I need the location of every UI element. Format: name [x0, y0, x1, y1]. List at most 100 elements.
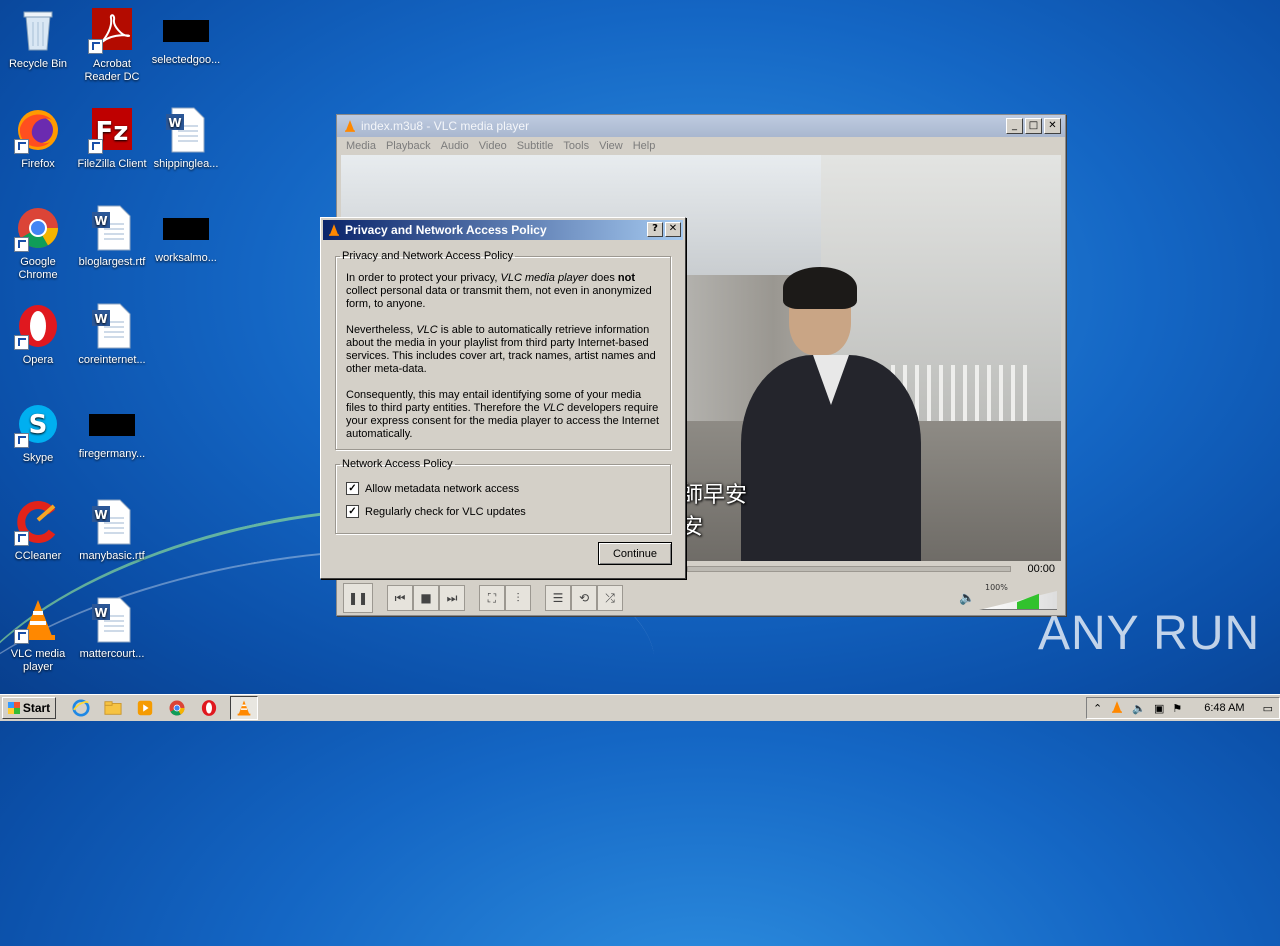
desktop-icon-firegermany[interactable]: firegermany...: [74, 400, 150, 461]
anyrun-watermark: ANY RUN: [1038, 607, 1261, 660]
desktop-icon-recycle-bin[interactable]: Recycle Bin: [0, 6, 76, 71]
help-button[interactable]: ?: [647, 222, 663, 237]
desktop-icon-acrobat-reader[interactable]: Acrobat Reader DC: [74, 6, 150, 84]
speaker-icon: 🔈: [959, 591, 976, 606]
vlc-title-bar[interactable]: index.m3u8 - VLC media player: [337, 115, 1065, 137]
shortcut-arrow-icon: [14, 139, 29, 154]
seek-bar[interactable]: [687, 566, 1011, 572]
previous-button[interactable]: ⏮: [387, 585, 413, 611]
volume-level: 100%: [985, 583, 1008, 592]
desktop-icon-label: VLC media player: [10, 648, 66, 673]
menu-playback[interactable]: Playback: [381, 140, 436, 152]
chrome-taskbar-icon[interactable]: [166, 697, 188, 719]
volume-slider[interactable]: 🔈 100%: [959, 583, 1057, 611]
privacy-policy-legend: Privacy and Network Access Policy: [342, 250, 514, 262]
shortcut-arrow-icon: [14, 433, 29, 448]
opera-icon: [14, 302, 62, 350]
privacy-paragraph-1: In order to protect your privacy, VLC me…: [346, 272, 652, 310]
continue-button[interactable]: Continue: [598, 542, 672, 565]
check-updates-checkbox[interactable]: ✓ Regularly check for VLC updates: [346, 505, 670, 518]
menu-media[interactable]: Media: [341, 140, 381, 152]
opera-taskbar-icon[interactable]: [198, 697, 220, 719]
next-button[interactable]: ⏭: [439, 585, 465, 611]
file-explorer-icon[interactable]: [102, 697, 124, 719]
dialog-title-bar[interactable]: Privacy and Network Access Policy: [323, 220, 683, 240]
desktop-icon-label: Acrobat Reader DC: [84, 58, 140, 83]
desktop-icon-worksalmo[interactable]: worksalmo...: [148, 204, 224, 265]
maximize-button[interactable]: □: [1025, 118, 1042, 134]
desktop-icon-bloglargest[interactable]: W bloglargest.rtf: [74, 204, 150, 269]
redacted-thumbnail: [163, 218, 209, 240]
vlc-window-title: index.m3u8 - VLC media player: [361, 119, 530, 133]
video-frame-person: [741, 267, 921, 561]
svg-text:W: W: [94, 606, 107, 620]
minimize-button[interactable]: _: [1006, 118, 1023, 134]
desktop-icon-ccleaner[interactable]: CCleaner: [0, 498, 76, 563]
privacy-dialog[interactable]: Privacy and Network Access Policy ? ✕ Pr…: [320, 217, 686, 579]
vlc-taskbar-button[interactable]: [230, 696, 258, 720]
clock[interactable]: 6:48 AM: [1204, 702, 1244, 714]
desktop-icon-filezilla[interactable]: Fz FileZilla Client: [74, 106, 150, 171]
filezilla-icon: Fz: [88, 106, 136, 154]
menu-view[interactable]: View: [594, 140, 628, 152]
menu-tools[interactable]: Tools: [558, 140, 594, 152]
action-center-flag-icon[interactable]: ⚑: [1172, 702, 1182, 715]
checkmark-icon: ✓: [346, 505, 359, 518]
desktop-icon-label: mattercourt...: [79, 648, 145, 660]
loop-button[interactable]: ⟲: [571, 585, 597, 611]
start-button[interactable]: Start: [2, 697, 56, 719]
menu-video[interactable]: Video: [474, 140, 512, 152]
svg-text:W: W: [94, 214, 107, 228]
desktop-icon-mattercourt[interactable]: W mattercourt...: [74, 596, 150, 661]
dialog-title: Privacy and Network Access Policy: [345, 223, 547, 237]
desktop-icon-selectedgoo[interactable]: selectedgoo...: [148, 6, 224, 67]
show-hidden-icons-icon[interactable]: ⌃: [1093, 702, 1102, 715]
desktop-icon-label: Skype: [22, 452, 54, 464]
vlc-cone-icon: [345, 120, 355, 132]
privacy-paragraph-3: Consequently, this may entail identifyin…: [346, 389, 660, 440]
desktop-icon-label: CCleaner: [14, 550, 62, 562]
desktop-icon-label: shippinglea...: [153, 158, 219, 170]
stop-button[interactable]: ■: [413, 585, 439, 611]
vlc-cone-icon: [329, 224, 339, 236]
shuffle-button[interactable]: ⤮: [597, 585, 623, 611]
dialog-close-button[interactable]: ✕: [665, 222, 681, 237]
desktop-icon-label: manybasic.rtf: [79, 550, 145, 562]
internet-explorer-icon[interactable]: [70, 697, 92, 719]
desktop-icon-manybasic[interactable]: W manybasic.rtf: [74, 498, 150, 563]
menu-audio[interactable]: Audio: [436, 140, 474, 152]
desktop-icon-shippinglea[interactable]: W shippinglea...: [148, 106, 224, 171]
redacted-thumbnail: [163, 20, 209, 42]
desktop-icon-label: firegermany...: [78, 448, 146, 460]
privacy-policy-group: Privacy and Network Access Policy In ord…: [335, 250, 671, 450]
desktop-icon-skype[interactable]: S Skype: [0, 400, 76, 465]
desktop-icon-google-chrome[interactable]: Google Chrome: [0, 204, 76, 282]
desktop-icon-firefox[interactable]: Firefox: [0, 106, 76, 171]
desktop-icon-label: Opera: [22, 354, 54, 366]
network-tray-icon[interactable]: ▣: [1154, 702, 1164, 715]
svg-text:W: W: [168, 116, 181, 130]
redacted-thumbnail: [89, 414, 135, 436]
svg-text:W: W: [94, 508, 107, 522]
desktop-icon-opera[interactable]: Opera: [0, 302, 76, 367]
media-player-icon[interactable]: [134, 697, 156, 719]
network-access-legend: Network Access Policy: [342, 458, 453, 470]
pause-button[interactable]: ❚❚: [343, 583, 373, 613]
word-document-icon: W: [88, 596, 136, 644]
menu-help[interactable]: Help: [628, 140, 661, 152]
volume-tray-icon[interactable]: 🔈: [1132, 702, 1146, 715]
vlc-tray-icon[interactable]: [1110, 700, 1124, 717]
desktop-icon-vlc-media-player[interactable]: VLC media player: [0, 596, 76, 674]
fullscreen-button[interactable]: ⛶: [479, 585, 505, 611]
menu-subtitle[interactable]: Subtitle: [512, 140, 559, 152]
svg-text:S: S: [29, 410, 48, 440]
desktop-icon-coreinternet[interactable]: W coreinternet...: [74, 302, 150, 367]
dialog-title-buttons: ? ✕: [647, 222, 681, 237]
close-button[interactable]: ✕: [1044, 118, 1061, 134]
desktop-icon-label: selectedgoo...: [151, 54, 221, 66]
allow-metadata-checkbox[interactable]: ✓ Allow metadata network access: [346, 482, 670, 495]
allow-metadata-label: Allow metadata network access: [365, 482, 520, 495]
show-desktop-icon[interactable]: ▭: [1263, 702, 1273, 715]
extended-settings-button[interactable]: ⫶: [505, 585, 531, 611]
playlist-button[interactable]: ☰: [545, 585, 571, 611]
